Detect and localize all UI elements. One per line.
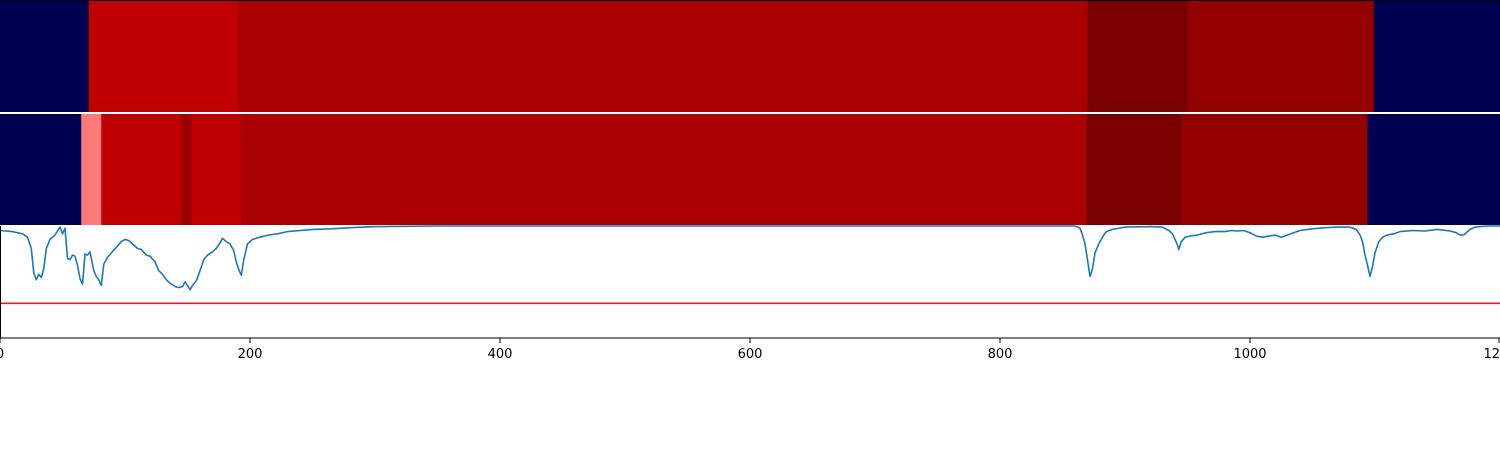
- segment-2-3: [181, 114, 192, 225]
- x-axis: 0 200 400 600 800 1000 1200: [0, 338, 1500, 362]
- x-tick-label-2: 400: [488, 347, 513, 362]
- segment-1-3: [1087, 1, 1188, 112]
- segment-track-1: [0, 1, 1500, 112]
- segment-track-2: [0, 114, 1500, 225]
- segment-2-8: [1367, 114, 1500, 225]
- segment-2-1: [81, 114, 102, 225]
- x-tick-label-5: 1000: [1233, 347, 1266, 362]
- segment-2-5: [241, 114, 1087, 225]
- segment-1-4: [1187, 1, 1375, 112]
- segment-2-0: [0, 114, 82, 225]
- x-tick-label-4: 800: [988, 347, 1013, 362]
- segment-2-4: [191, 114, 242, 225]
- x-tick-label-6: 1200: [1483, 347, 1500, 362]
- x-tick-label-1: 200: [238, 347, 263, 362]
- segment-2-2: [101, 114, 182, 225]
- segment-1-5: [1373, 1, 1500, 112]
- segment-1-0: [0, 1, 90, 112]
- x-tick-label-0: 0: [0, 347, 4, 362]
- chart-figure: 0 200 400 600 800 1000 1200: [0, 0, 1500, 362]
- series-line-0: [0, 225, 1500, 291]
- segment-2-6: [1086, 114, 1182, 225]
- segment-1-1: [88, 1, 238, 112]
- x-tick-label-3: 600: [738, 347, 763, 362]
- segment-1-2: [237, 1, 1088, 112]
- segment-2-7: [1181, 114, 1368, 225]
